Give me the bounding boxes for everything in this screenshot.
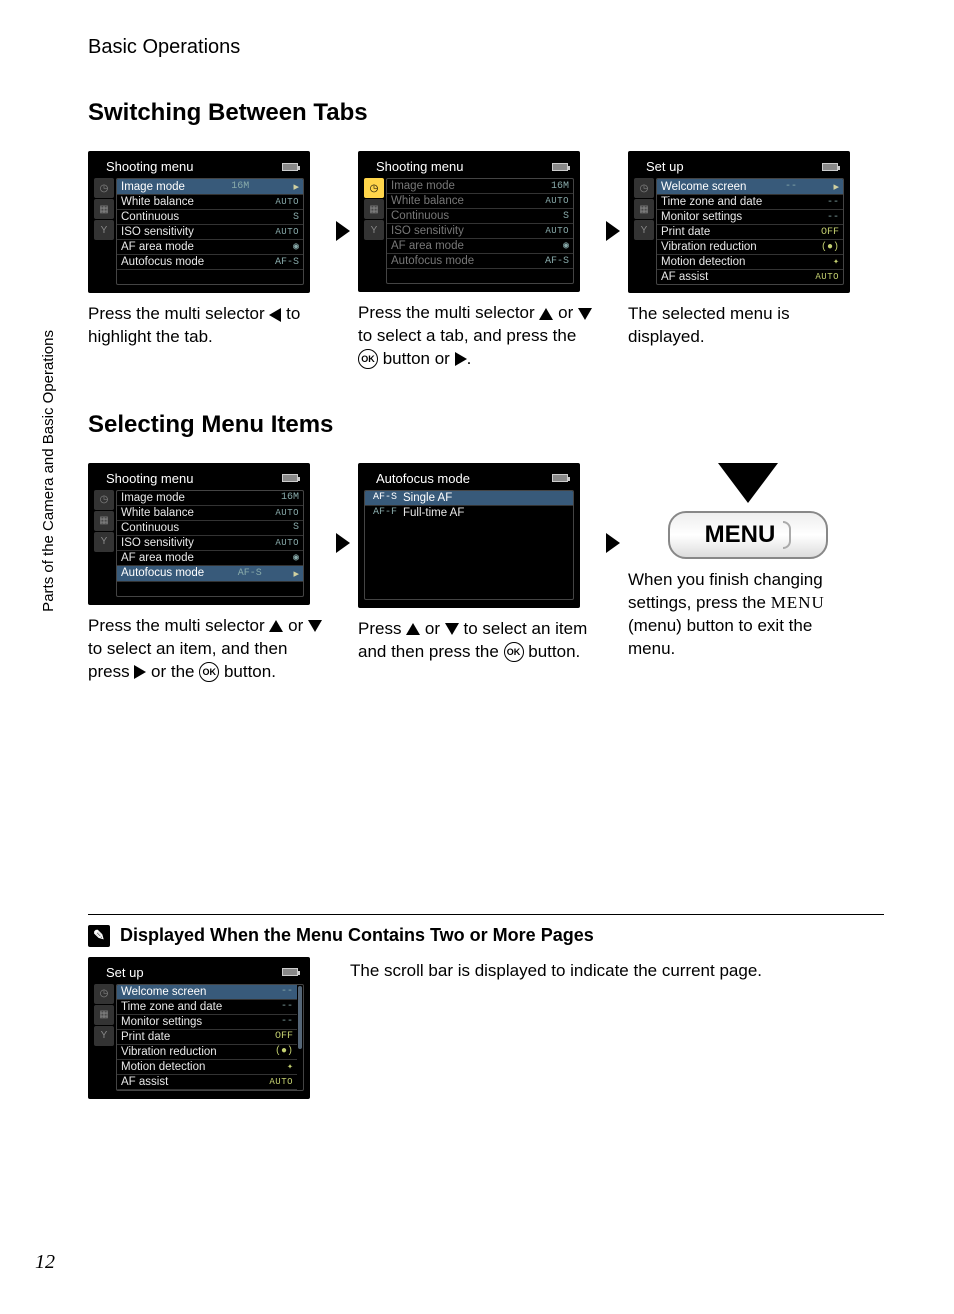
menu-physical-button: MENU — [668, 511, 828, 559]
big-down-arrow-icon — [718, 463, 778, 503]
section2-title: Selecting Menu Items — [88, 411, 884, 439]
playback-tab-icon: ▦ — [94, 1005, 114, 1025]
setup-tab-icon: Y — [94, 220, 114, 240]
up-arrow-icon — [539, 308, 553, 320]
setup-tab-icon: Y — [364, 220, 384, 240]
arrow-right-icon — [336, 221, 350, 241]
arrow-right-icon — [606, 533, 620, 553]
page-header: Basic Operations — [88, 36, 884, 59]
setup-tab-icon: Y — [94, 1026, 114, 1046]
section1-caption1: Press the multi selector to highlight th… — [88, 303, 328, 349]
playback-tab-icon: ▦ — [364, 199, 384, 219]
section2-caption1: Press the multi selector or to select an… — [88, 615, 328, 684]
section1-caption2: Press the multi selector or to select a … — [358, 302, 598, 371]
setup-tab-icon: Y — [634, 220, 654, 240]
battery-icon — [822, 163, 838, 171]
ok-button-icon: OK — [199, 662, 219, 682]
camera-tab-icon: ◷ — [94, 178, 114, 198]
camera-tab-icon: ◷ — [94, 984, 114, 1004]
section2-row: Shooting menu ◷ ▦ Y Image mode16M White … — [88, 463, 884, 684]
page-number: 12 — [35, 1251, 55, 1274]
arrow-right-icon — [336, 533, 350, 553]
section1-row: Shooting menu ◷ ▦ Y Image mode16M▸ White… — [88, 151, 884, 371]
section1-caption3: The selected menu is displayed. — [628, 303, 868, 349]
down-arrow-icon — [308, 620, 322, 632]
section2-caption2: Press or to select an item and then pres… — [358, 618, 598, 664]
camera-tab-icon: ◷ — [94, 490, 114, 510]
ok-button-icon: OK — [504, 642, 524, 662]
screenshot-shooting-menu-tab-not-selected: Shooting menu ◷ ▦ Y Image mode16M▸ White… — [88, 151, 310, 293]
ok-button-icon: OK — [358, 349, 378, 369]
battery-icon — [282, 163, 298, 171]
playback-tab-icon: ▦ — [94, 511, 114, 531]
battery-icon — [282, 474, 298, 482]
setup-tab-icon: Y — [94, 532, 114, 552]
scrollbar — [298, 986, 302, 1049]
sidebar-section-label: Parts of the Camera and Basic Operations — [40, 330, 57, 612]
battery-icon — [282, 968, 298, 976]
screenshot-autofocus-highlighted: Shooting menu ◷ ▦ Y Image mode16M White … — [88, 463, 310, 605]
screenshot-autofocus-submenu: Autofocus mode AF-SSingle AF AF-FFull-ti… — [358, 463, 580, 608]
screenshot-shooting-menu-tab-highlighted: Shooting menu ◷ ▦ Y Image mode16M White … — [358, 151, 580, 292]
camera-tab-icon: ◷ — [364, 178, 384, 198]
battery-icon — [552, 474, 568, 482]
screenshot-setup-menu: Set up ◷ ▦ Y Welcome screen--▸ Time zone… — [628, 151, 850, 293]
screenshot-setup-scrollbar: Set up ◷ ▦ Y Welcome screen-- Time zone … — [88, 957, 310, 1099]
down-arrow-icon — [578, 308, 592, 320]
pencil-note-icon: ✎ — [88, 925, 110, 947]
up-arrow-icon — [269, 620, 283, 632]
playback-tab-icon: ▦ — [94, 199, 114, 219]
arrow-right-icon — [606, 221, 620, 241]
battery-icon — [552, 163, 568, 171]
right-arrow-icon — [455, 352, 467, 366]
note-title: Displayed When the Menu Contains Two or … — [120, 925, 594, 946]
camera-tab-icon: ◷ — [634, 178, 654, 198]
note-section: ✎ Displayed When the Menu Contains Two o… — [88, 914, 884, 1099]
section2-caption3: When you finish changing settings, press… — [628, 569, 868, 661]
left-arrow-icon — [269, 308, 281, 322]
right-arrow-icon — [134, 665, 146, 679]
section1-title: Switching Between Tabs — [88, 99, 884, 127]
playback-tab-icon: ▦ — [634, 199, 654, 219]
note-text: The scroll bar is displayed to indicate … — [350, 957, 762, 981]
down-arrow-icon — [445, 623, 459, 635]
up-arrow-icon — [406, 623, 420, 635]
